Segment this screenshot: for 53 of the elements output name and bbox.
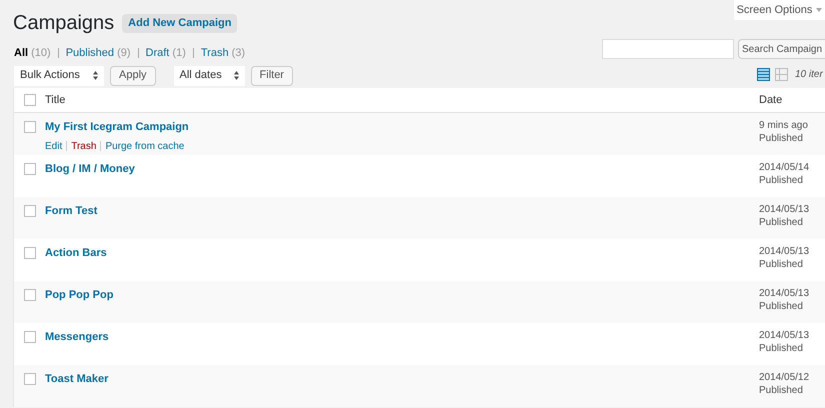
updown-icon [93,71,98,80]
campaign-title-link[interactable]: Blog / IM / Money [45,161,135,178]
dropdown[interactable]: Bulk Actions [14,66,104,86]
checkbox[interactable] [24,205,36,217]
campaign-title-link[interactable]: Toast Maker [45,371,108,388]
filter-link[interactable]: All (10) [14,45,51,62]
column-header[interactable]: Date [759,92,782,108]
excerpt-view-icon[interactable] [775,68,788,81]
filter-link[interactable]: Draft (1) [146,45,186,62]
checkbox[interactable] [24,373,36,385]
date-text: 2014/05/13 [759,329,810,342]
search-field[interactable] [602,39,734,59]
campaign-title-link[interactable]: Action Bars [45,245,107,262]
status-text: Published [759,342,804,355]
filter-link[interactable]: Trash (3) [200,45,246,62]
status-text: Published [759,300,804,313]
date-text: 2014/05/12 [759,371,810,384]
status-text: Published [759,384,804,397]
filter-button[interactable]: Filter [250,66,293,86]
row-action-link[interactable]: Purge from cache [105,138,184,154]
date-text: 9 mins ago [759,119,808,132]
checkbox[interactable] [24,289,36,301]
campaign-title-link[interactable]: Pop Pop Pop [45,287,114,304]
updown-icon [234,71,239,80]
checkbox[interactable] [24,163,36,175]
checkbox[interactable] [24,121,36,133]
list-view-icon[interactable] [757,68,770,81]
search-button[interactable]: Search Campaign [738,39,825,59]
dropdown[interactable]: All dates [174,66,245,86]
add-new-button[interactable]: Add New Campaign [122,14,238,32]
date-text: 2014/05/13 [759,203,810,216]
apply-button[interactable]: Apply [110,66,156,86]
date-text: 2014/05/14 [759,161,810,174]
filter-link[interactable]: Published (9) [66,45,131,62]
campaign-title-link[interactable]: My First Icegram Campaign [45,119,189,136]
checkbox[interactable] [24,331,36,343]
status-text: Published [759,258,804,271]
date-text: 2014/05/13 [759,245,810,258]
screen-options-button[interactable]: Screen Options [734,0,825,20]
row-action-link[interactable]: Edit [45,138,62,154]
status-text: Published [759,132,804,145]
status-text: Published [759,174,804,187]
item-count: 10 iter [795,68,823,82]
column-header[interactable]: Title [45,92,759,108]
checkbox[interactable] [24,247,36,259]
campaign-title-link[interactable]: Form Test [45,203,98,220]
date-text: 2014/05/13 [759,287,810,300]
caret-icon [816,8,822,12]
page-title: Campaigns [13,11,114,36]
checkbox[interactable] [24,94,36,106]
status-text: Published [759,216,804,229]
campaign-title-link[interactable]: Messengers [45,329,109,346]
row-action-link[interactable]: Trash [71,138,96,154]
